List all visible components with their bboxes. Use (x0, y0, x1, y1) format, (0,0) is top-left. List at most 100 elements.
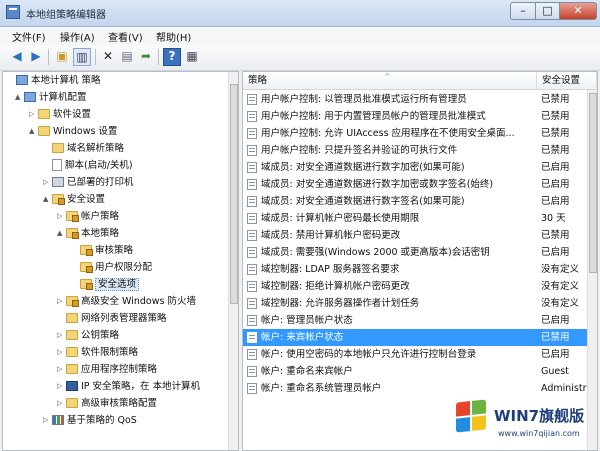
expander-icon[interactable]: ▷ (57, 395, 66, 412)
tree-item-policy-qos[interactable]: ▷ 基于策略的 QoS (43, 412, 137, 429)
policy-icon (247, 315, 257, 326)
tree-item-account-policies[interactable]: ▷ 帐户策略 (57, 208, 119, 225)
tree-item-scripts[interactable]: 脚本(启动/关机) (43, 157, 133, 174)
console-icon[interactable]: ▦ (183, 48, 201, 66)
policy-icon (247, 213, 257, 224)
tree-item-windows-firewall[interactable]: ▷ 高级安全 Windows 防火墙 (57, 293, 196, 310)
tree-item-security-options[interactable]: 安全选项 (71, 276, 140, 293)
forward-arrow-icon[interactable]: ▶ (27, 48, 45, 66)
show-tree-icon[interactable]: ▥ (73, 48, 91, 66)
list-item[interactable]: 用户帐户控制: 允许 UIAccess 应用程序在不使用安全桌面... 已禁用 (243, 125, 597, 142)
column-header-policy[interactable]: 策略 ^ (243, 72, 537, 90)
sort-up-icon: ^ (384, 72, 391, 81)
tree-item-user-rights[interactable]: 用户权限分配 (71, 259, 152, 276)
list-item[interactable]: 域成员: 对安全通道数据进行数字签名(如果可能) 已启用 (243, 193, 597, 210)
list-item[interactable]: 域成员: 需要强(Windows 2000 或更高版本)会话密钥 已启用 (243, 244, 597, 261)
expander-icon[interactable]: ▷ (29, 106, 38, 123)
lock-folder-icon (80, 261, 93, 273)
expander-icon[interactable]: ▲ (15, 89, 24, 106)
properties-icon[interactable]: ▤ (118, 48, 136, 66)
list-item[interactable]: 域成员: 禁用计算机帐户密码更改 已禁用 (243, 227, 597, 244)
tree-item-software-settings[interactable]: ▷ 软件设置 (29, 106, 91, 123)
policy-icon (247, 94, 257, 105)
tree-item-computer-config[interactable]: ▲ 计算机配置 (15, 89, 87, 106)
list-item[interactable]: 域控制器: 拒绝计算机帐户密码更改 没有定义 (243, 278, 597, 295)
close-button[interactable]: ✕ (559, 2, 597, 20)
list-scrollbar-thumb[interactable] (589, 93, 597, 273)
tree-scrollbar[interactable] (228, 72, 238, 450)
delete-icon[interactable]: ✕ (99, 48, 117, 66)
tree-item-local-computer-policy[interactable]: 本地计算机 策略 (7, 72, 101, 89)
policy-icon (247, 145, 257, 156)
list-item[interactable]: 域成员: 对安全通道数据进行数字加密或数字签名(始终) 已启用 (243, 176, 597, 193)
policy-icon (247, 366, 257, 377)
list-item[interactable]: 帐户: 管理员帐户状态 已启用 (243, 312, 597, 329)
expander-icon[interactable]: ▷ (57, 378, 66, 395)
list-item[interactable]: 帐户: 使用空密码的本地帐户只允许进行控制台登录 已启用 (243, 346, 597, 363)
tree-item-network-list[interactable]: 网络列表管理器策略 (57, 310, 167, 327)
computer-icon (16, 74, 28, 85)
list-item-selected[interactable]: 帐户: 来宾帐户状态 已禁用 (243, 329, 597, 346)
folder-icon (38, 125, 50, 136)
tree-item-software-restriction[interactable]: ▷ 软件限制策略 (57, 344, 138, 361)
up-folder-icon[interactable]: ▣ (53, 48, 71, 66)
back-arrow-icon[interactable]: ◀ (8, 48, 26, 66)
list-item[interactable]: 用户帐户控制: 只提升签名并验证的可执行文件 已禁用 (243, 142, 597, 159)
minimize-button[interactable]: – (510, 2, 536, 20)
tree-item-public-key[interactable]: ▷ 公钥策略 (57, 327, 119, 344)
printer-icon (52, 176, 64, 187)
shield-icon (66, 380, 78, 391)
expander-icon[interactable]: ▷ (57, 293, 66, 310)
export-icon[interactable]: ➦ (137, 48, 155, 66)
column-header-setting[interactable]: 安全设置 (537, 72, 597, 90)
list-item[interactable]: 用户帐户控制: 用于内置管理员帐户的管理员批准模式 已禁用 (243, 108, 597, 125)
policy-icon (247, 128, 257, 139)
list-item[interactable]: 域控制器: 允许服务器操作者计划任务 没有定义 (243, 295, 597, 312)
tree-item-audit-policy[interactable]: 审核策略 (71, 242, 133, 259)
list-item[interactable]: 域控制器: LDAP 服务器签名要求 没有定义 (243, 261, 597, 278)
list-item[interactable]: 帐户: 重命名来宾帐户 Guest (243, 363, 597, 380)
toolbar-separator (158, 49, 159, 65)
policy-icon (247, 230, 257, 241)
tree-item-security-settings[interactable]: ▲ 安全设置 (43, 191, 105, 208)
expander-icon[interactable]: ▷ (57, 208, 66, 225)
lock-folder-icon (80, 278, 93, 290)
tree-item-advanced-audit[interactable]: ▷ 高级审核策略配置 (57, 395, 157, 412)
expander-icon[interactable]: ▷ (57, 344, 66, 361)
tree-scrollbar-thumb[interactable] (230, 84, 238, 304)
menu-action[interactable]: 操作(A) (60, 29, 95, 44)
tree-item-windows-settings[interactable]: ▲ Windows 设置 (29, 123, 117, 140)
tree-item-deployed-printers[interactable]: ▷ 已部署的打印机 (43, 174, 134, 191)
app-icon (6, 5, 20, 19)
expander-icon[interactable]: ▷ (43, 174, 52, 191)
list-item[interactable]: 域成员: 计算机帐户密码最长使用期限 30 天 (243, 210, 597, 227)
list-item[interactable]: 用户帐户控制: 以管理员批准模式运行所有管理员 已禁用 (243, 91, 597, 108)
tree-item-name-resolution[interactable]: 域名解析策略 (43, 140, 124, 157)
tree-item-app-control[interactable]: ▷ 应用程序控制策略 (57, 361, 157, 378)
policy-icon (247, 332, 257, 343)
watermark: WIN7旗舰版 www.win7qijian.com (442, 395, 600, 451)
expander-icon[interactable]: ▲ (43, 191, 52, 208)
expander-icon[interactable]: ▷ (57, 327, 66, 344)
expander-icon[interactable]: ▲ (29, 123, 38, 140)
list-item[interactable]: 域成员: 对安全通道数据进行数字加密(如果可能) 已启用 (243, 159, 597, 176)
maximize-button[interactable]: □ (535, 2, 560, 20)
computer-icon (24, 91, 36, 102)
menu-help[interactable]: 帮助(H) (156, 29, 191, 44)
folder-icon (66, 363, 78, 374)
lock-folder-icon (66, 227, 79, 239)
menu-view[interactable]: 查看(V) (108, 29, 143, 44)
expander-icon[interactable]: ▲ (57, 225, 66, 242)
help-icon[interactable]: ? (163, 48, 181, 66)
folder-icon (66, 329, 78, 340)
policy-icon (247, 247, 257, 258)
expander-icon[interactable]: ▷ (57, 361, 66, 378)
policy-icon (247, 383, 257, 394)
folder-icon (66, 397, 78, 408)
menu-file[interactable]: 文件(F) (12, 29, 46, 44)
tree-item-local-policies[interactable]: ▲ 本地策略 (57, 225, 119, 242)
tree-pane: 本地计算机 策略 ▲ 计算机配置 ▷ 软件设置 ▲ Windows 设置 域名解析策略… (2, 71, 239, 451)
lock-folder-icon (66, 210, 79, 222)
expander-icon[interactable]: ▷ (43, 412, 52, 429)
tree-item-ip-security[interactable]: ▷ IP 安全策略，在 本地计算机 (57, 378, 200, 395)
